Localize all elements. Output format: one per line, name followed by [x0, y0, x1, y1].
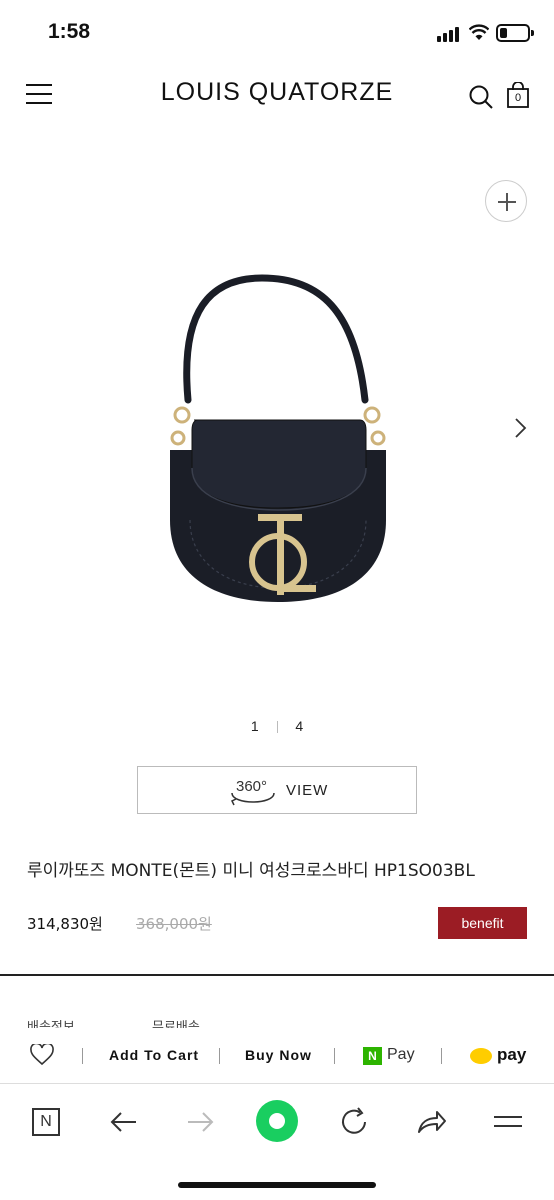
forward-arrow-icon[interactable]: [182, 1104, 218, 1140]
pager-current: 1: [250, 718, 259, 734]
action-separator: [334, 1048, 335, 1064]
rotate-arc-icon: [230, 792, 275, 806]
purchase-action-bar: Add To Cart Buy Now N Pay pay: [0, 1030, 554, 1084]
signal-icon: [437, 26, 463, 42]
view-360-button[interactable]: 360° VIEW: [137, 766, 417, 814]
search-icon[interactable]: [468, 84, 494, 110]
site-header: LOUIS QUATORZE 0: [0, 66, 554, 126]
naver-home-button[interactable]: N: [30, 1104, 66, 1140]
kakao-pay-label: pay: [497, 1045, 527, 1064]
sale-price: 314,830원: [27, 915, 103, 933]
original-price: 368,000원: [136, 915, 212, 933]
home-indicator: [178, 1182, 376, 1188]
naver-pay-label: Pay: [387, 1046, 415, 1063]
rotate-360-icon: 360°: [228, 777, 278, 807]
buy-now-button[interactable]: Buy Now: [245, 1047, 312, 1063]
shipping-info-row: 배송정보 무료배송: [27, 1016, 547, 1028]
gallery-pager: 1 4: [0, 718, 554, 734]
kakao-pay-button[interactable]: pay: [470, 1044, 530, 1068]
wishlist-heart-icon[interactable]: [30, 1044, 54, 1066]
status-bar: 1:58: [0, 0, 554, 66]
menu-lines-icon[interactable]: [490, 1104, 526, 1140]
kakao-bubble-icon: [470, 1048, 492, 1064]
pager-separator: [276, 721, 278, 734]
back-arrow-icon[interactable]: [106, 1104, 142, 1140]
action-separator: [82, 1048, 83, 1064]
cart-icon[interactable]: 0: [506, 81, 530, 108]
section-divider: [0, 974, 554, 976]
battery-icon: [496, 24, 530, 42]
zoom-plus-button[interactable]: [485, 180, 527, 222]
shipping-info-label: 배송정보: [27, 1020, 75, 1028]
battery-tip: [531, 30, 534, 36]
shipping-info-value: 무료배송: [152, 1020, 200, 1028]
next-image-arrow-icon[interactable]: [510, 415, 530, 441]
product-title: 루이까또즈 MONTE(몬트) 미니 여성크로스바디 HP1SO03BL: [27, 861, 475, 881]
wifi-icon: [469, 24, 489, 40]
refresh-icon[interactable]: [336, 1104, 372, 1140]
pager-total: 4: [295, 718, 304, 734]
action-separator: [441, 1048, 442, 1064]
add-to-cart-button[interactable]: Add To Cart: [109, 1047, 199, 1063]
green-dot-button[interactable]: [256, 1100, 298, 1142]
status-time: 1:58: [48, 20, 91, 43]
naver-home-icon: N: [32, 1108, 60, 1136]
share-icon[interactable]: [413, 1104, 449, 1140]
browser-toolbar: N: [0, 1088, 554, 1200]
cart-count: 0: [514, 92, 522, 104]
naver-pay-badge: N: [363, 1047, 382, 1065]
benefit-button[interactable]: benefit: [438, 907, 527, 939]
action-separator: [219, 1048, 220, 1064]
view-360-label: VIEW: [286, 782, 329, 799]
battery-level: [500, 28, 507, 38]
product-gallery[interactable]: [0, 150, 554, 710]
product-image[interactable]: [150, 270, 410, 610]
